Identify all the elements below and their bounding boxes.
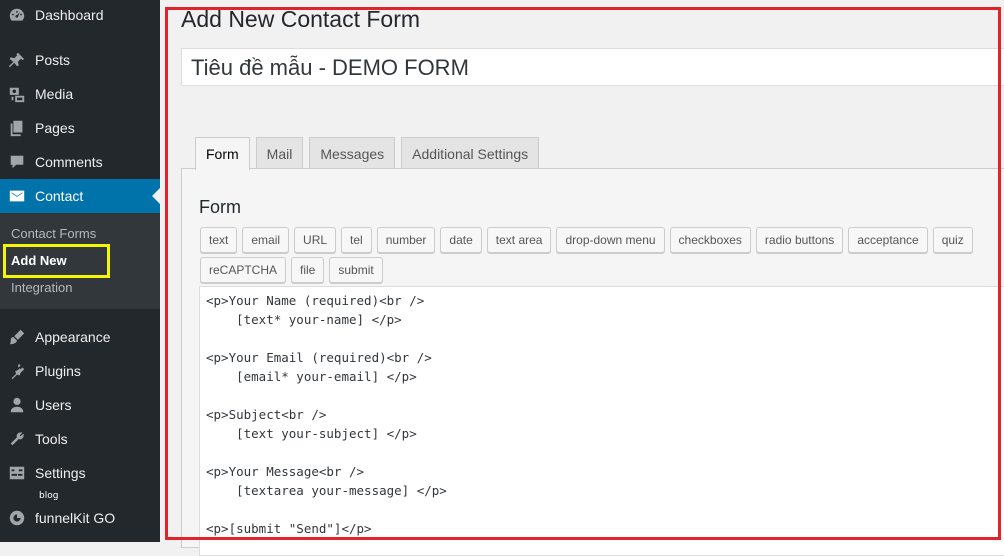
menu-funnelkit[interactable]: funnelKit GO <box>0 501 160 535</box>
tag-generator-row-2: reCAPTCHA file submit <box>200 257 388 283</box>
form-panel: Form text email URL tel number date text… <box>181 168 1004 556</box>
highlight-box <box>3 244 110 278</box>
envelope-icon <box>7 186 27 206</box>
wrench-icon <box>7 429 27 449</box>
menu-label: Contact <box>35 188 84 204</box>
page-title: Add New Contact Form <box>181 6 421 32</box>
tag-button-textarea[interactable]: text area <box>486 227 552 253</box>
tag-button-tel[interactable]: tel <box>341 227 372 253</box>
funnelkit-icon <box>7 508 27 528</box>
tag-button-number[interactable]: number <box>376 227 436 253</box>
menu-label: Posts <box>35 52 71 68</box>
menu-label: Pages <box>35 120 75 136</box>
menu-users[interactable]: Users <box>0 388 160 422</box>
menu-label: funnelKit GO <box>35 510 116 526</box>
menu-label: Dashboard <box>35 7 104 23</box>
settings-icon <box>7 463 27 483</box>
menu-label: Settings <box>35 465 86 481</box>
menu-label: Tools <box>35 431 68 447</box>
submenu-contact-forms[interactable]: Contact Forms <box>11 226 96 241</box>
tag-generator-row-1: text email URL tel number date text area… <box>200 227 978 253</box>
comments-icon <box>7 152 27 172</box>
menu-label: Media <box>35 86 74 102</box>
dashboard-icon <box>7 5 27 25</box>
menu-plugins[interactable]: Plugins <box>0 354 160 388</box>
blog-mini-label: blog <box>39 491 59 501</box>
tag-button-acceptance[interactable]: acceptance <box>848 227 928 253</box>
tab-additional-settings[interactable]: Additional Settings <box>401 137 540 169</box>
menu-label: Comments <box>35 154 103 170</box>
menu-media[interactable]: Media <box>0 77 160 111</box>
menu-pages[interactable]: Pages <box>0 111 160 145</box>
menu-posts[interactable]: Posts <box>0 43 160 77</box>
menu-appearance[interactable]: Appearance <box>0 320 160 354</box>
tag-button-recaptcha[interactable]: reCAPTCHA <box>200 257 287 283</box>
menu-settings[interactable]: Settings <box>0 456 160 490</box>
submenu-integration[interactable]: Integration <box>11 280 72 295</box>
admin-sidebar: Dashboard Posts Media Pages Comments Con… <box>0 0 160 542</box>
form-template-editor[interactable]: <p>Your Name (required)<br /> [text* you… <box>199 286 1004 556</box>
panel-heading: Form <box>199 197 241 217</box>
menu-dashboard[interactable]: Dashboard <box>0 0 160 32</box>
menu-tools[interactable]: Tools <box>0 422 160 456</box>
tag-button-file[interactable]: file <box>291 257 325 283</box>
main-content: Add New Contact Form Tiêu đề mẫu - DEMO … <box>160 0 1004 556</box>
tag-button-url[interactable]: URL <box>294 227 337 253</box>
media-icon <box>7 84 27 104</box>
editor-tabs: Form Mail Messages Additional Settings <box>195 137 545 170</box>
tag-button-date[interactable]: date <box>440 227 482 253</box>
pin-icon <box>7 50 27 70</box>
pages-icon <box>7 118 27 138</box>
tab-messages[interactable]: Messages <box>309 137 396 169</box>
tag-button-quiz[interactable]: quiz <box>932 227 973 253</box>
tag-button-checkboxes[interactable]: checkboxes <box>669 227 751 253</box>
tag-button-radio[interactable]: radio buttons <box>755 227 844 253</box>
form-title-input[interactable]: Tiêu đề mẫu - DEMO FORM <box>181 48 1004 86</box>
user-icon <box>7 395 27 415</box>
tag-button-submit[interactable]: submit <box>329 257 383 283</box>
menu-label: Plugins <box>35 363 81 379</box>
tag-button-text[interactable]: text <box>200 227 238 253</box>
tag-button-email[interactable]: email <box>242 227 290 253</box>
menu-label: Appearance <box>35 329 111 345</box>
tab-mail[interactable]: Mail <box>255 137 304 169</box>
plugin-icon <box>7 361 27 381</box>
tag-button-dropdown[interactable]: drop-down menu <box>556 227 665 253</box>
menu-contact[interactable]: Contact <box>0 179 160 213</box>
menu-comments[interactable]: Comments <box>0 145 160 179</box>
tab-form[interactable]: Form <box>195 137 250 170</box>
brush-icon <box>7 327 27 347</box>
menu-label: Users <box>35 397 72 413</box>
